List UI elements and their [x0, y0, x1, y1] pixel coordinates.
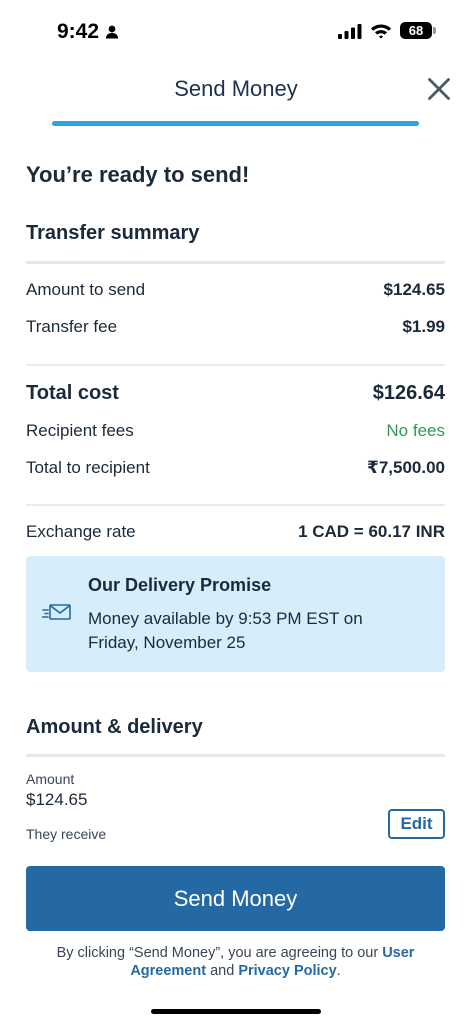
amount-value: $124.65	[26, 790, 88, 809]
battery-nub	[433, 27, 436, 34]
home-indicator	[151, 1009, 321, 1014]
send-money-button[interactable]: Send Money	[26, 866, 445, 931]
exchange-rate-label: Exchange rate	[26, 522, 136, 541]
row-divider	[26, 364, 445, 366]
send-envelope-icon	[42, 604, 71, 620]
transfer-summary-content: You’re ready to send! Transfer summary A…	[26, 150, 445, 842]
page-title: Send Money	[174, 76, 298, 101]
amount-delivery-title: Amount & delivery	[26, 716, 203, 738]
delivery-promise-body: Money available by 9:53 PM EST on Friday…	[88, 609, 363, 652]
total-to-recipient-value: ₹7,500.00	[366, 458, 445, 477]
header: Send Money	[0, 62, 472, 126]
total-cost-value: $126.64	[372, 382, 445, 404]
status-bar: 9:42 68	[0, 0, 472, 62]
progress-bar	[52, 121, 419, 126]
amount-to-send-row: Amount to send $124.65	[26, 280, 445, 300]
privacy-policy-link[interactable]: Privacy Policy	[238, 963, 336, 979]
total-to-recipient-row: Total to recipient ₹7,500.00	[26, 458, 445, 478]
exchange-rate-value: 1 CAD = 60.17 INR	[298, 522, 445, 541]
they-receive-label: They receive	[26, 826, 107, 842]
transfer-fee-row: Transfer fee $1.99	[26, 317, 445, 337]
total-cost-row: Total cost $126.64	[26, 382, 445, 405]
status-indicators: 68	[338, 22, 436, 39]
person-icon	[105, 25, 119, 39]
scroll-fade	[0, 848, 472, 864]
section-divider	[26, 754, 445, 757]
recipient-fees-label: Recipient fees	[26, 421, 134, 440]
delivery-promise-card: Our Delivery Promise Money available by …	[26, 556, 445, 672]
close-icon	[428, 78, 450, 100]
close-button[interactable]	[424, 74, 454, 104]
exchange-rate-row: Exchange rate 1 CAD = 60.17 INR	[26, 522, 445, 542]
status-time-text: 9:42	[57, 20, 100, 43]
legal-and: and	[206, 963, 239, 979]
amount-to-send-label: Amount to send	[26, 280, 146, 299]
edit-button[interactable]: Edit	[388, 809, 445, 839]
signal-icon	[338, 23, 362, 39]
total-cost-label: Total cost	[26, 382, 119, 404]
legal-suffix: .	[336, 963, 341, 979]
recipient-fees-row: Recipient fees No fees	[26, 421, 445, 441]
ready-heading: You’re ready to send!	[26, 162, 250, 187]
transfer-fee-value: $1.99	[402, 317, 445, 336]
battery-icon: 68	[400, 22, 436, 39]
transfer-summary-title: Transfer summary	[26, 222, 200, 244]
wifi-icon	[371, 24, 391, 39]
amount-label: Amount	[26, 771, 75, 787]
transfer-fee-label: Transfer fee	[26, 317, 118, 336]
legal-text: By clicking “Send Money”, you are agreei…	[26, 944, 445, 980]
amount-to-send-value: $124.65	[383, 280, 445, 299]
status-time: 9:42	[57, 20, 119, 44]
row-divider	[26, 504, 445, 506]
delivery-promise-title: Our Delivery Promise	[88, 575, 272, 595]
battery-level: 68	[408, 23, 424, 38]
legal-prefix: By clicking “Send Money”, you are agreei…	[56, 945, 383, 961]
recipient-fees-value: No fees	[386, 421, 445, 440]
section-divider	[26, 261, 445, 264]
amount-delivery-details: Amount $124.65 They receive Edit	[26, 771, 445, 842]
total-to-recipient-label: Total to recipient	[26, 458, 150, 477]
